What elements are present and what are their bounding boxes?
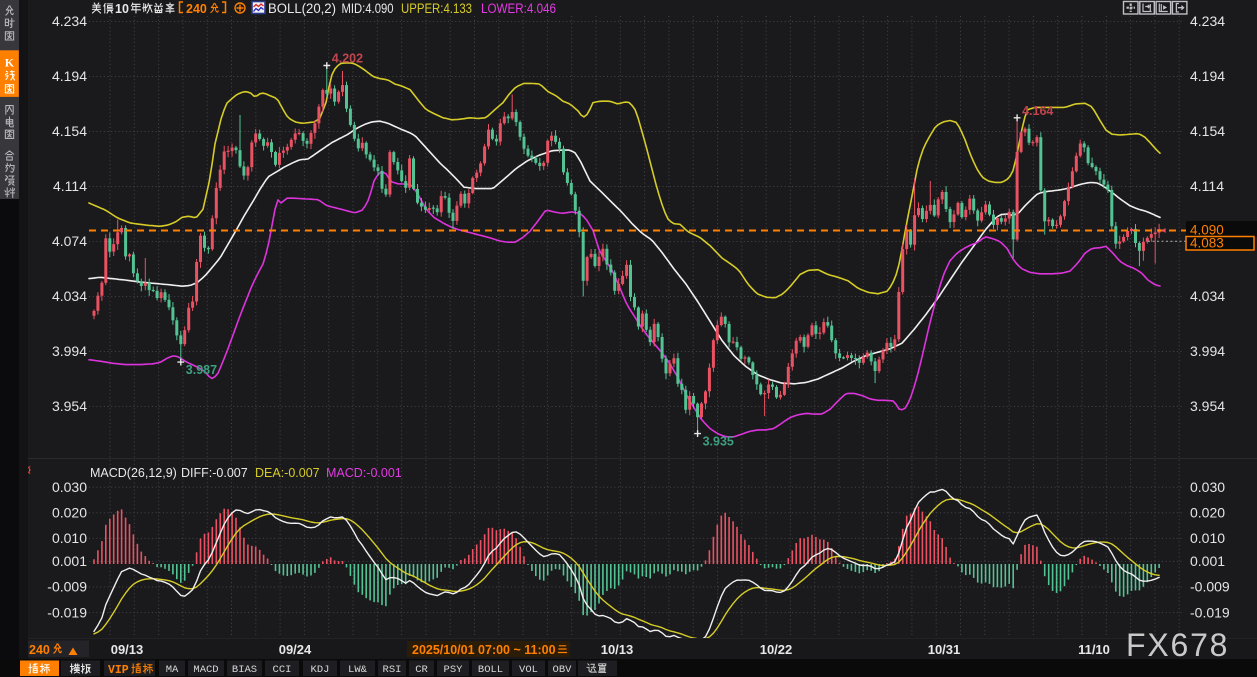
svg-text:K: K <box>5 56 15 70</box>
svg-text:4.202: 4.202 <box>332 52 363 66</box>
svg-text:4.034: 4.034 <box>52 288 87 304</box>
svg-text:MID:4.090: MID:4.090 <box>342 1 394 16</box>
svg-text:0.010: 0.010 <box>52 530 87 546</box>
svg-text:PSY: PSY <box>444 664 464 676</box>
svg-text:DIFF:-0.007: DIFF:-0.007 <box>181 466 248 480</box>
svg-text:10/22: 10/22 <box>760 642 793 657</box>
svg-text:MACD(26,12,9): MACD(26,12,9) <box>90 466 177 480</box>
svg-text:10/13: 10/13 <box>601 642 634 657</box>
svg-text:DEA:-0.007: DEA:-0.007 <box>255 466 320 480</box>
svg-text:0.001: 0.001 <box>1190 553 1225 569</box>
svg-text:MACD:-0.001: MACD:-0.001 <box>326 466 402 480</box>
svg-text:3.954: 3.954 <box>52 398 87 414</box>
svg-text:0.001: 0.001 <box>52 553 87 569</box>
svg-text:3.994: 3.994 <box>52 343 87 359</box>
svg-text:3.994: 3.994 <box>1190 343 1225 359</box>
svg-text:3.954: 3.954 <box>1190 398 1225 414</box>
svg-text:4.154: 4.154 <box>1190 123 1225 139</box>
svg-text:0.020: 0.020 <box>52 505 87 521</box>
svg-text:BOLL: BOLL <box>478 664 503 676</box>
svg-text:-0.019: -0.019 <box>1190 604 1230 620</box>
svg-text:240: 240 <box>29 643 50 657</box>
svg-text:4.194: 4.194 <box>52 68 87 84</box>
svg-text:11/10: 11/10 <box>1078 642 1110 657</box>
svg-text:09/24: 09/24 <box>279 642 312 657</box>
svg-text:LOWER:4.046: LOWER:4.046 <box>481 1 556 16</box>
svg-text:RSI: RSI <box>383 664 402 676</box>
svg-text:BOLL(20,2): BOLL(20,2) <box>268 1 336 16</box>
svg-text:MA: MA <box>166 664 179 676</box>
svg-text:2025/10/01 07:00 ~ 11:00: 2025/10/01 07:00 ~ 11:00 <box>412 643 556 657</box>
svg-text:4.114: 4.114 <box>1190 178 1224 194</box>
svg-text:-0.009: -0.009 <box>1190 579 1230 595</box>
svg-text:0.030: 0.030 <box>52 479 87 495</box>
svg-text:-0.009: -0.009 <box>47 579 87 595</box>
svg-text:VIP: VIP <box>108 664 129 677</box>
svg-text:4.234: 4.234 <box>52 13 87 29</box>
svg-text:4.234: 4.234 <box>1190 13 1225 29</box>
svg-text:09/13: 09/13 <box>111 642 144 657</box>
svg-text:-0.019: -0.019 <box>47 604 87 620</box>
svg-text:FX678: FX678 <box>1126 627 1229 663</box>
svg-text:4.164: 4.164 <box>1022 104 1053 118</box>
svg-text:240: 240 <box>186 2 207 16</box>
svg-text:4.083: 4.083 <box>1190 236 1224 251</box>
svg-text:OBV: OBV <box>553 664 573 676</box>
svg-text:0.020: 0.020 <box>1190 505 1225 521</box>
svg-text:MACD: MACD <box>193 664 218 676</box>
svg-text:10: 10 <box>115 2 129 16</box>
svg-text:BIAS: BIAS <box>232 664 257 676</box>
svg-text:VOL: VOL <box>519 664 538 676</box>
svg-text:4.194: 4.194 <box>1190 68 1225 84</box>
svg-text:4.034: 4.034 <box>1190 288 1225 304</box>
svg-text:0.010: 0.010 <box>1190 530 1225 546</box>
svg-text:0.030: 0.030 <box>1190 479 1225 495</box>
svg-text:4.074: 4.074 <box>52 233 87 249</box>
svg-text:LW&: LW& <box>348 664 368 676</box>
svg-text:KDJ: KDJ <box>311 664 330 676</box>
svg-text:UPPER:4.133: UPPER:4.133 <box>401 1 472 16</box>
svg-text:10/31: 10/31 <box>928 642 961 657</box>
svg-text:4.154: 4.154 <box>52 123 87 139</box>
svg-text:CR: CR <box>415 664 428 676</box>
svg-text:3.935: 3.935 <box>703 435 734 449</box>
svg-text:4.114: 4.114 <box>53 178 87 194</box>
svg-text:CCI: CCI <box>273 664 292 676</box>
svg-text:3.987: 3.987 <box>186 363 217 377</box>
